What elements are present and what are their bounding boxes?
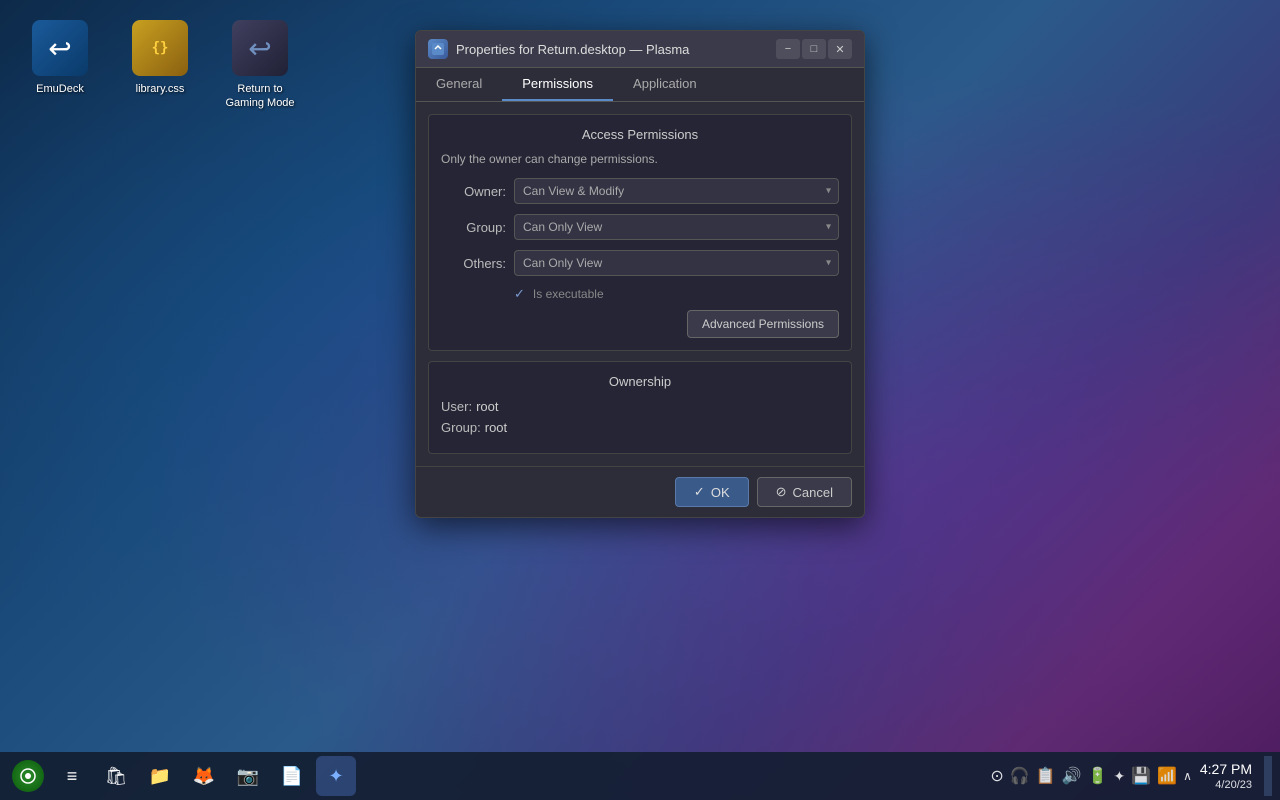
access-permissions-section: Access Permissions Only the owner can ch…: [428, 114, 852, 351]
ownership-group-label: Group:: [441, 420, 481, 435]
mixer-icon: ≡: [67, 766, 78, 787]
title-left: Properties for Return.desktop — Plasma: [428, 39, 689, 59]
ok-label: OK: [711, 485, 730, 500]
cancel-button[interactable]: ⊘ Cancel: [757, 477, 852, 507]
dialog-titlebar: Properties for Return.desktop — Plasma −…: [416, 31, 864, 68]
system-icons-area: ⊙ 🎧 📋 🔊 🔋 ✦ 💾 📶 ∧: [990, 766, 1191, 786]
ok-check-icon: ✓: [694, 484, 705, 500]
firefox-icon: 🦊: [193, 766, 215, 787]
owner-select[interactable]: Can View & Modify Can Only View Forbidde…: [514, 178, 839, 204]
taskbar-kdeconnect-button[interactable]: ✦: [316, 756, 356, 796]
ownership-group-row: Group: root: [441, 420, 839, 435]
others-row: Others: Can View & Modify Can Only View …: [441, 250, 839, 276]
bluetooth-icon[interactable]: ✦: [1113, 768, 1125, 785]
taskbar-steam-button[interactable]: [8, 756, 48, 796]
advanced-permissions-button[interactable]: Advanced Permissions: [687, 310, 839, 338]
ownership-group-value: root: [485, 420, 507, 435]
clock-date: 4/20/23: [1200, 778, 1252, 792]
owner-row: Owner: Can View & Modify Can Only View F…: [441, 178, 839, 204]
executable-label: Is executable: [533, 287, 604, 301]
clipboard-icon[interactable]: 📋: [1036, 766, 1056, 786]
ownership-user-row: User: root: [441, 399, 839, 414]
owner-select-wrapper[interactable]: Can View & Modify Can Only View Forbidde…: [514, 178, 839, 204]
dialog-overlay: Properties for Return.desktop — Plasma −…: [0, 0, 1280, 752]
ownership-title: Ownership: [441, 374, 839, 389]
ownership-section: Ownership User: root Group: root: [428, 361, 852, 454]
desktop: ↩ EmuDeck {} library.css ↩ Return toGami…: [0, 0, 1280, 800]
close-button[interactable]: ✕: [828, 39, 852, 59]
group-select[interactable]: Can View & Modify Can Only View Forbidde…: [514, 214, 839, 240]
clock-time: 4:27 PM: [1200, 760, 1252, 778]
taskbar-left: ≡ 🛍 📁 🦊 📷 📄 ✦: [8, 756, 990, 796]
files-icon: 📁: [149, 766, 171, 787]
dialog-footer: ✓ OK ⊘ Cancel: [416, 466, 864, 517]
dialog-app-icon: [428, 39, 448, 59]
network-icon[interactable]: 📶: [1157, 766, 1177, 786]
steam-icon: [12, 760, 44, 792]
taskbar-files-button[interactable]: 📁: [140, 756, 180, 796]
battery-icon[interactable]: 🔋: [1088, 766, 1108, 786]
group-select-wrapper[interactable]: Can View & Modify Can Only View Forbidde…: [514, 214, 839, 240]
expand-tray-icon[interactable]: ∧: [1183, 769, 1192, 783]
steam-sys-icon[interactable]: ⊙: [990, 766, 1003, 786]
dialog-controls: − □ ✕: [776, 39, 852, 59]
discover-icon: 🛍: [105, 766, 128, 787]
ownership-user-value: root: [476, 399, 498, 414]
group-label: Group:: [441, 220, 506, 235]
show-desktop-button[interactable]: [1264, 756, 1272, 796]
texteditor-icon: 📄: [281, 766, 303, 787]
cancel-icon: ⊘: [776, 484, 787, 500]
screenrecorder-icon: 📷: [237, 766, 259, 787]
properties-dialog: Properties for Return.desktop — Plasma −…: [415, 30, 865, 518]
others-select[interactable]: Can View & Modify Can Only View Forbidde…: [514, 250, 839, 276]
tab-general[interactable]: General: [416, 68, 502, 101]
system-clock[interactable]: 4:27 PM 4/20/23: [1200, 760, 1252, 792]
access-permissions-title: Access Permissions: [441, 127, 839, 142]
others-select-wrapper[interactable]: Can View & Modify Can Only View Forbidde…: [514, 250, 839, 276]
executable-checkmark-icon: ✓: [514, 286, 525, 302]
group-row: Group: Can View & Modify Can Only View F…: [441, 214, 839, 240]
advanced-btn-row: Advanced Permissions: [441, 310, 839, 338]
dialog-title: Properties for Return.desktop — Plasma: [456, 42, 689, 57]
taskbar-discover-button[interactable]: 🛍: [96, 756, 136, 796]
taskbar-right: ⊙ 🎧 📋 🔊 🔋 ✦ 💾 📶 ∧ 4:27 PM 4/20/23: [990, 756, 1272, 796]
taskbar-texteditor-button[interactable]: 📄: [272, 756, 312, 796]
tab-application[interactable]: Application: [613, 68, 717, 101]
headphone-icon[interactable]: 🎧: [1010, 766, 1030, 786]
taskbar-mixer-button[interactable]: ≡: [52, 756, 92, 796]
cancel-label: Cancel: [793, 485, 833, 500]
ownership-user-label: User:: [441, 399, 472, 414]
taskbar-screenrecorder-button[interactable]: 📷: [228, 756, 268, 796]
volume-icon[interactable]: 🔊: [1062, 766, 1082, 786]
storage-icon[interactable]: 💾: [1131, 766, 1151, 786]
ok-button[interactable]: ✓ OK: [675, 477, 749, 507]
taskbar: ≡ 🛍 📁 🦊 📷 📄 ✦ ⊙ 🎧: [0, 752, 1280, 800]
kdeconnect-icon: ✦: [328, 766, 343, 787]
owner-label: Owner:: [441, 184, 506, 199]
dialog-tabs: General Permissions Application: [416, 68, 864, 102]
access-permissions-info: Only the owner can change permissions.: [441, 152, 839, 166]
maximize-button[interactable]: □: [802, 39, 826, 59]
others-label: Others:: [441, 256, 506, 271]
tab-permissions[interactable]: Permissions: [502, 68, 613, 101]
taskbar-firefox-button[interactable]: 🦊: [184, 756, 224, 796]
executable-row: ✓ Is executable: [441, 286, 839, 302]
dialog-content: Access Permissions Only the owner can ch…: [416, 102, 864, 466]
minimize-button[interactable]: −: [776, 39, 800, 59]
